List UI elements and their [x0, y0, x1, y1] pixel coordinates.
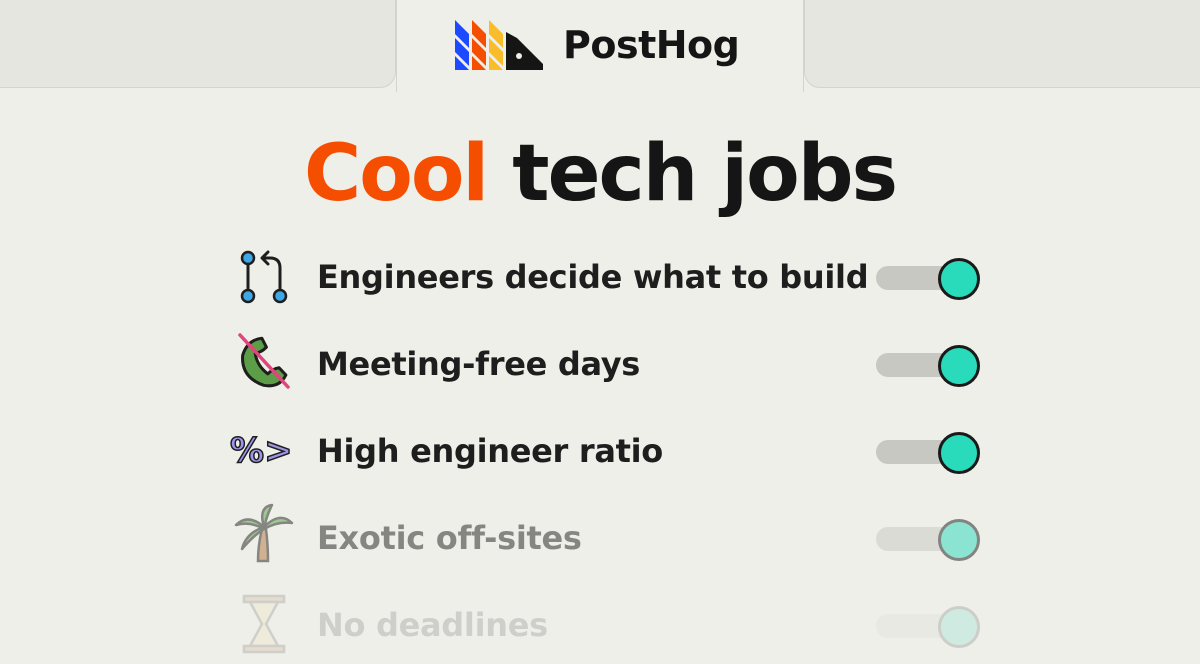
feature-label: Exotic off-sites: [317, 519, 582, 557]
feature-label: Meeting-free days: [317, 345, 641, 383]
feature-toggle[interactable]: [876, 517, 980, 561]
toggle-knob: [938, 519, 980, 561]
hourglass-icon: [228, 586, 300, 658]
feature-row-exotic-offsites: Exotic off-sites: [0, 497, 1200, 577]
feature-toggle[interactable]: [876, 430, 980, 474]
toggle-knob: [938, 258, 980, 300]
feature-label: High engineer ratio: [317, 432, 663, 470]
feature-row-meeting-free: Meeting-free days: [0, 323, 1200, 403]
feature-toggle[interactable]: [876, 604, 980, 648]
tab-right[interactable]: [804, 0, 1200, 88]
toggle-knob: [938, 432, 980, 474]
feature-row-engineers-decide: Engineers decide what to build: [0, 236, 1200, 316]
svg-text:%>: %>: [230, 431, 293, 471]
git-branch-icon: [228, 238, 300, 310]
toggle-knob: [938, 345, 980, 387]
feature-row-no-deadlines: No deadlines: [0, 584, 1200, 664]
headline-accent: Cool: [303, 129, 489, 219]
page-title: Cool tech jobs: [0, 128, 1200, 220]
feature-toggle[interactable]: [876, 256, 980, 300]
brand-name: PostHog: [563, 23, 740, 67]
brand: PostHog: [453, 18, 740, 72]
toggle-knob: [938, 606, 980, 648]
feature-label: Engineers decide what to build: [317, 258, 869, 296]
feature-row-engineer-ratio: %> High engineer ratio: [0, 410, 1200, 490]
headline-rest: tech jobs: [512, 129, 898, 219]
no-phone-icon: [228, 325, 300, 397]
posthog-logo-icon: [455, 20, 543, 70]
feature-label: No deadlines: [317, 606, 548, 644]
tab-left[interactable]: [0, 0, 396, 88]
palm-tree-icon: [228, 499, 300, 571]
percent-greater-icon: %>: [228, 412, 300, 484]
feature-toggle[interactable]: [876, 343, 980, 387]
